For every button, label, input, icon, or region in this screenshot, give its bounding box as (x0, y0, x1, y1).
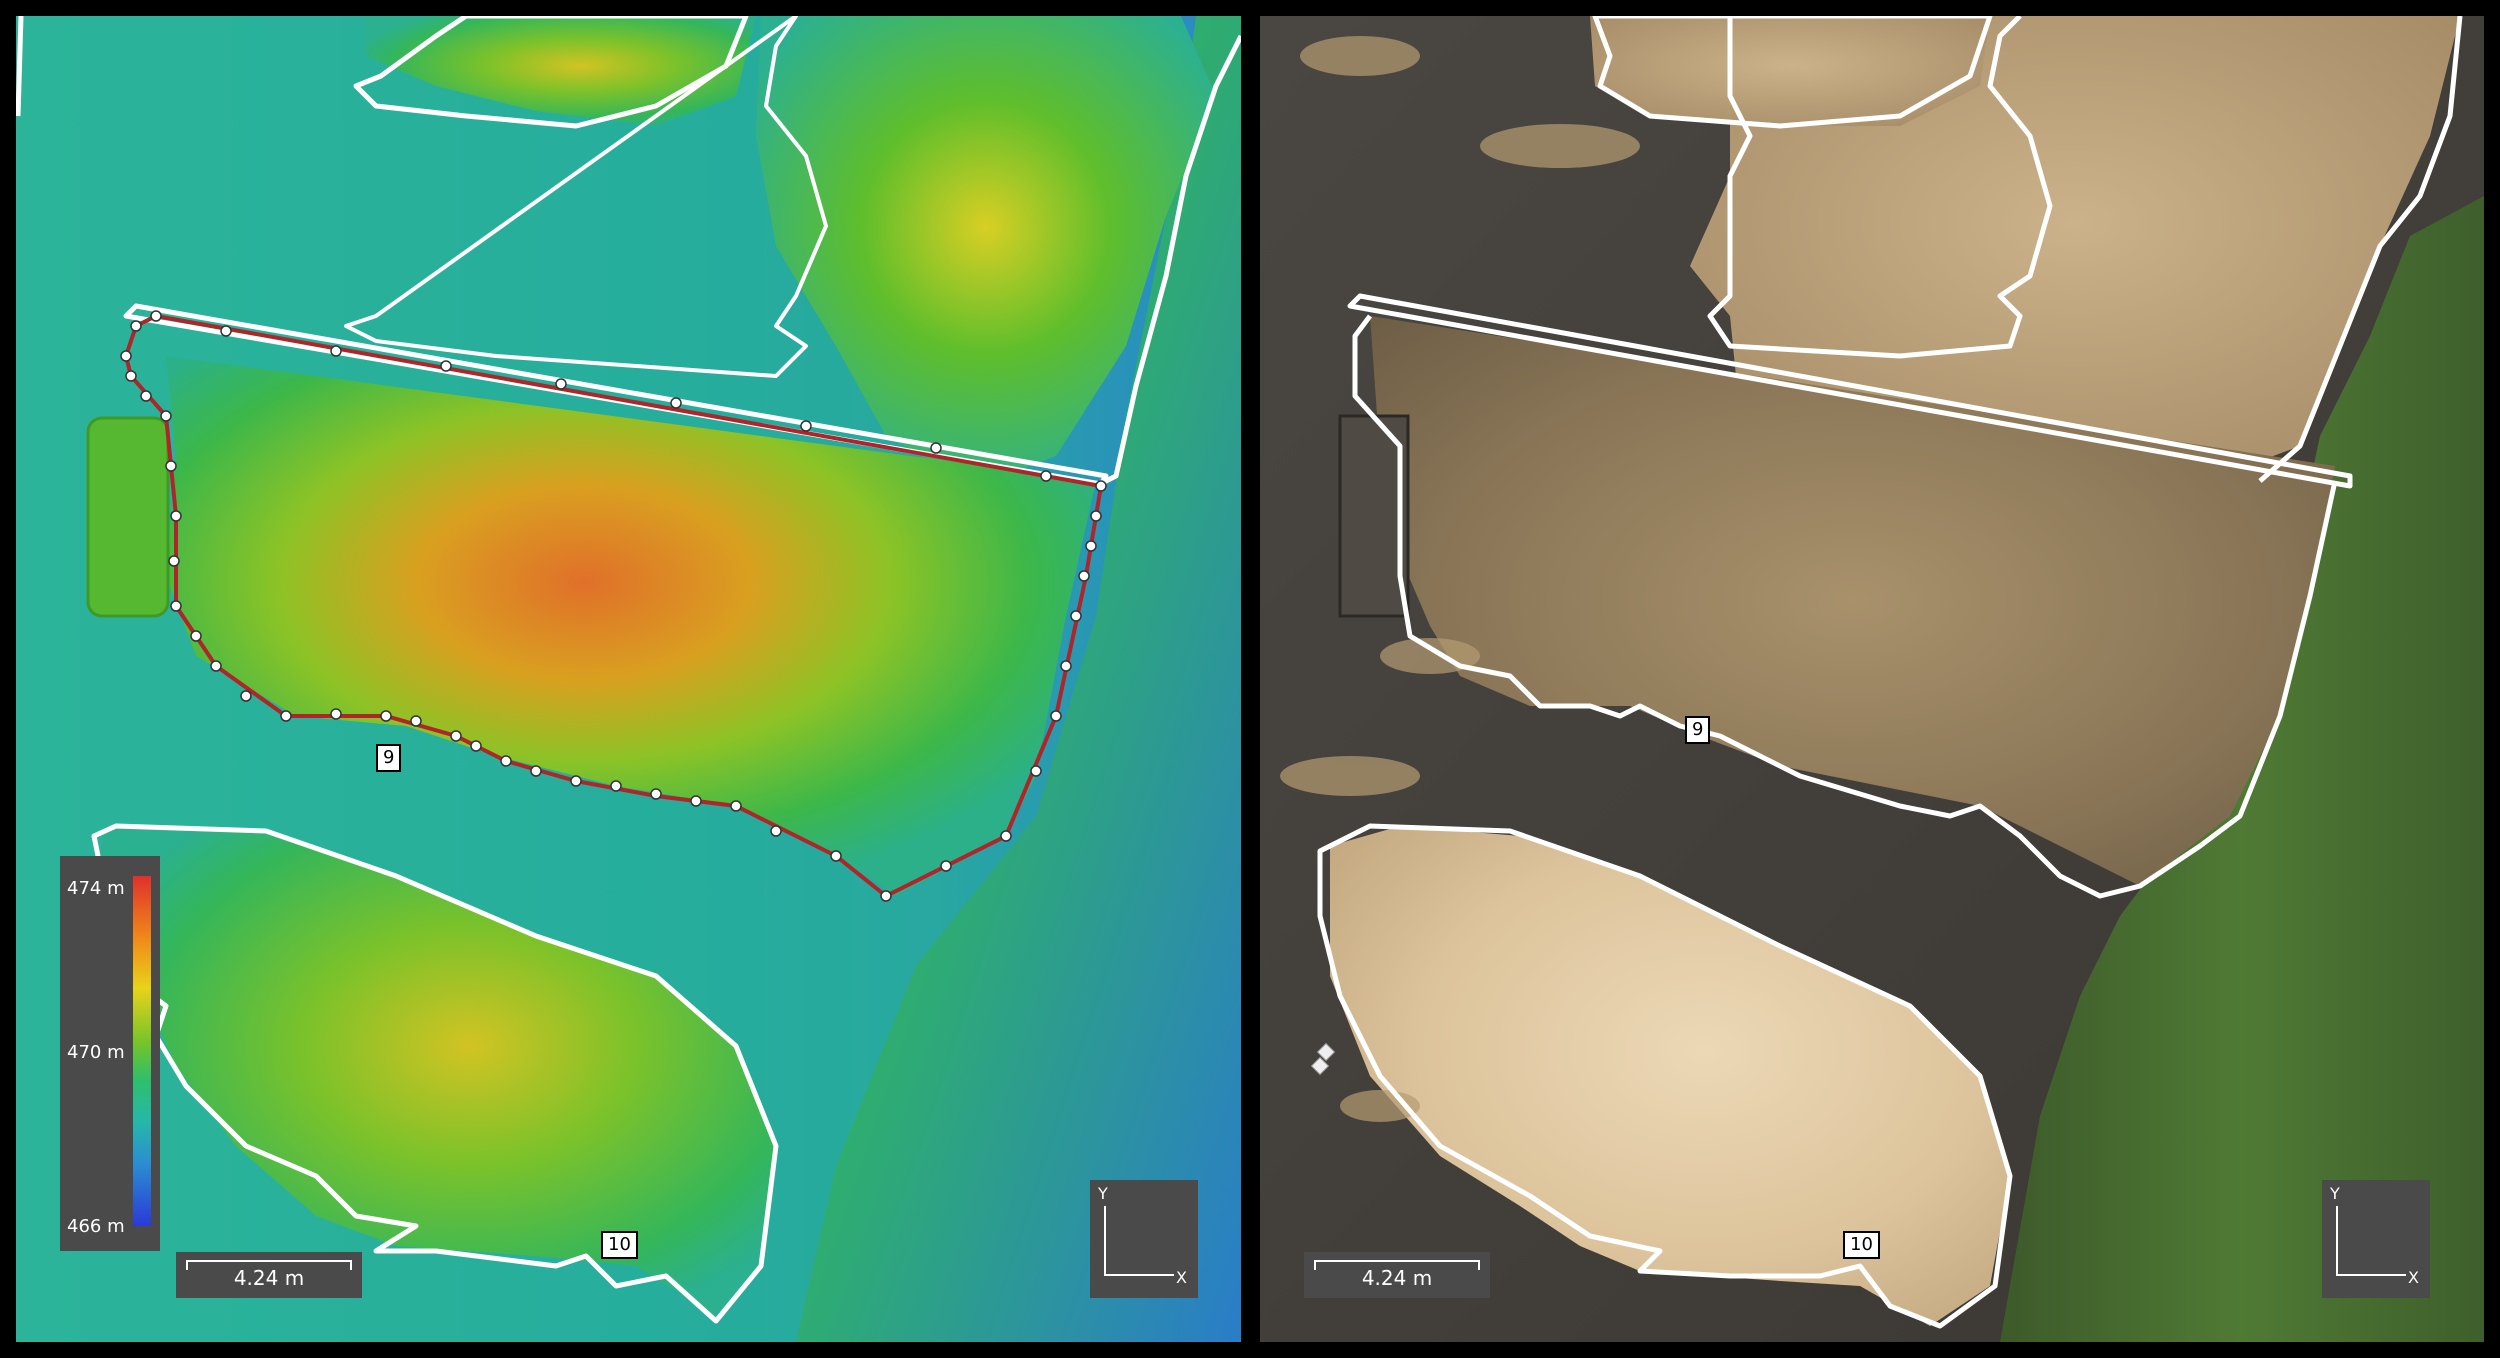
orthophoto-panel[interactable]: 9 10 4.24 m Y X (1260, 16, 2484, 1342)
axis-y-label: Y (2330, 1184, 2340, 1203)
legend-mid: 470 m (67, 1042, 125, 1063)
axis-x-label: X (1176, 1268, 1187, 1287)
axis-x-label: X (2408, 1268, 2419, 1287)
elevation-legend: 474 m 470 m 466 m (60, 856, 160, 1251)
axis-x-line (1104, 1274, 1174, 1276)
axis-indicator: Y X (2322, 1180, 2430, 1298)
scale-bar: 4.24 m (1304, 1252, 1490, 1298)
axis-indicator: Y X (1090, 1180, 1198, 1298)
axis-y-line (1104, 1206, 1106, 1276)
elevation-color-ramp (133, 876, 151, 1226)
scale-bar: 4.24 m (176, 1252, 362, 1298)
pile-label-10[interactable]: 10 (601, 1231, 638, 1259)
axis-x-line (2336, 1274, 2406, 1276)
scale-bar-tick (1314, 1260, 1480, 1270)
pile-label-9[interactable]: 9 (1685, 716, 1711, 744)
legend-min: 466 m (67, 1216, 125, 1237)
orthophoto-map (1260, 16, 2484, 1342)
axis-y-label: Y (1098, 1184, 1108, 1203)
pile-label-10[interactable]: 10 (1843, 1231, 1880, 1259)
legend-max: 474 m (67, 878, 125, 899)
scale-bar-tick (186, 1260, 352, 1270)
pile-label-9[interactable]: 9 (376, 744, 402, 772)
elevation-map-panel[interactable]: 9 10 474 m 470 m 466 m 4.24 m Y X (16, 16, 1241, 1342)
axis-y-line (2336, 1206, 2338, 1276)
elevation-map (16, 16, 1241, 1342)
